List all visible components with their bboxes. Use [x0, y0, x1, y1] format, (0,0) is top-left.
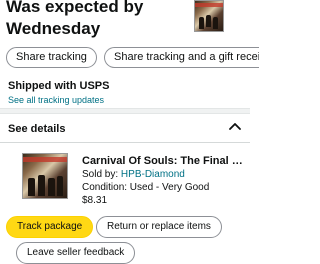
leave-seller-feedback-button[interactable]: Leave seller feedback	[16, 242, 136, 264]
delivery-status-headline: Was expected by Wednesday	[6, 0, 144, 38]
sold-by-line: Sold by: HPB-Diamond	[82, 169, 185, 180]
product-thumbnail-top[interactable]	[194, 0, 224, 32]
section-divider	[0, 108, 250, 114]
return-replace-button[interactable]: Return or replace items	[96, 216, 222, 238]
see-details-toggle[interactable]: See details	[8, 123, 65, 135]
product-condition: Condition: Used - Very Good	[82, 182, 210, 193]
seller-link[interactable]: HPB-Diamond	[121, 169, 185, 180]
share-tracking-button[interactable]: Share tracking	[6, 47, 97, 68]
details-divider	[0, 142, 250, 143]
track-package-button[interactable]: Track package	[6, 216, 94, 238]
chevron-up-icon[interactable]	[228, 120, 242, 134]
tracking-updates-link[interactable]: See all tracking updates	[8, 95, 104, 105]
share-tracking-gift-button[interactable]: Share tracking and a gift recei	[104, 47, 259, 68]
sold-by-label: Sold by:	[82, 169, 121, 180]
product-thumbnail[interactable]	[22, 153, 68, 199]
product-title[interactable]: Carnival Of Souls: The Final S...	[82, 155, 246, 167]
shipping-carrier: Shipped with USPS	[8, 80, 110, 92]
product-price: $8.31	[82, 195, 108, 206]
